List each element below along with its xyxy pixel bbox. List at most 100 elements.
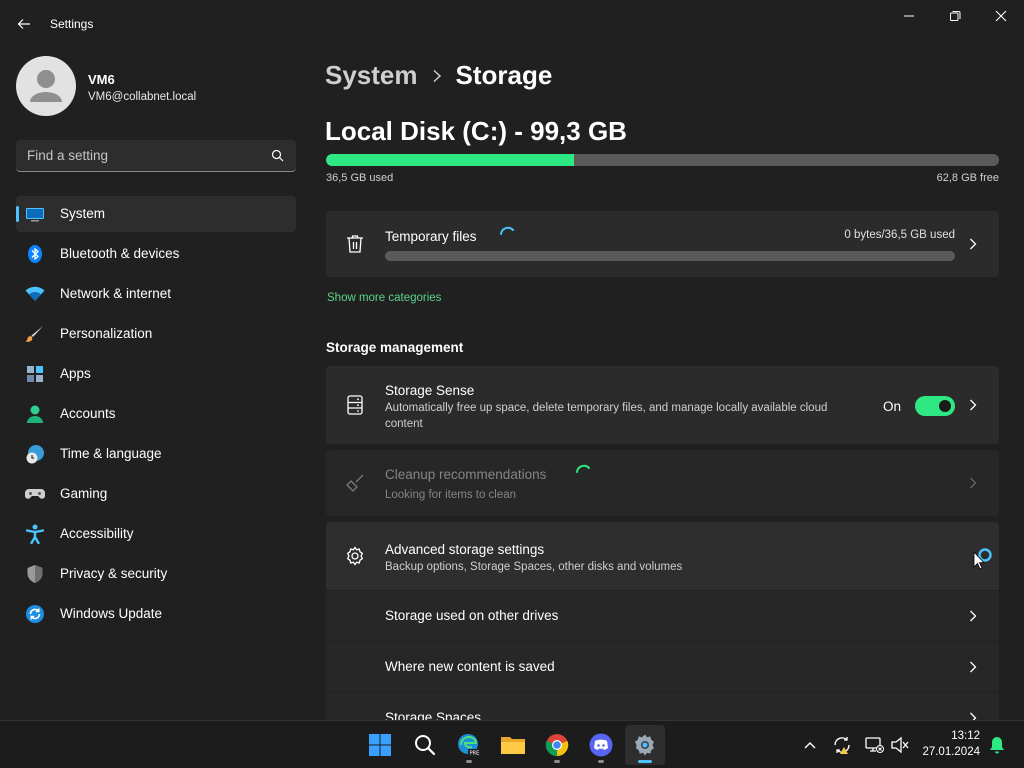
- show-hidden-icons-button[interactable]: [798, 733, 822, 757]
- temporary-files-bar: [385, 251, 955, 261]
- taskbar-search-button[interactable]: [405, 725, 445, 765]
- sidebar-item-label: Accessibility: [60, 526, 134, 541]
- sidebar-item-windows-update[interactable]: Windows Update: [16, 596, 296, 632]
- cleanup-recommendations-card[interactable]: Cleanup recommendations Looking for item…: [326, 450, 999, 516]
- settings-icon: [635, 734, 654, 756]
- restore-button[interactable]: [932, 4, 978, 28]
- file-explorer-icon: [501, 737, 525, 754]
- brush-icon: [25, 324, 45, 344]
- back-button[interactable]: [12, 12, 36, 36]
- taskbar-file-explorer-button[interactable]: [493, 725, 533, 765]
- storage-sense-card[interactable]: Storage Sense Automatically free up spac…: [326, 366, 999, 444]
- disk-used-label: 36,5 GB used: [326, 172, 394, 184]
- storage-spaces-row[interactable]: Storage Spaces: [326, 693, 999, 720]
- sidebar-item-apps[interactable]: Apps: [16, 356, 296, 392]
- sidebar-item-label: System: [60, 206, 106, 221]
- sidebar-item-bluetooth[interactable]: Bluetooth & devices: [16, 236, 296, 272]
- show-more-categories-link[interactable]: Show more categories: [327, 292, 441, 304]
- clock-time[interactable]: 13:12: [951, 730, 980, 742]
- taskbar-discord-button[interactable]: [581, 725, 621, 765]
- minimize-button[interactable]: [886, 4, 932, 28]
- breadcrumb: System Storage: [325, 60, 552, 91]
- gamepad-icon: [25, 484, 45, 504]
- advanced-storage-settings-description: Backup options, Storage Spaces, other di…: [385, 561, 683, 573]
- temporary-files-card[interactable]: Temporary files 0 bytes/36,5 GB used: [326, 211, 999, 277]
- sidebar-item-system[interactable]: System: [16, 196, 296, 232]
- storage-sense-description: Automatically free up space, delete temp…: [385, 402, 828, 430]
- sidebar-item-label: Bluetooth & devices: [60, 246, 180, 261]
- storage-sense-title: Storage Sense: [385, 383, 475, 398]
- main-content: System Storage Local Disk (C:) - 99,3 GB…: [312, 48, 1024, 720]
- sidebar-nav: System Bluetooth & devices Network & int…: [16, 196, 296, 636]
- sidebar-item-personalization[interactable]: Personalization: [16, 316, 296, 352]
- sidebar-item-time-language[interactable]: Time & language: [16, 436, 296, 472]
- running-indicator: [466, 760, 472, 763]
- volume-muted-icon: [891, 736, 909, 754]
- sidebar-item-label: Accounts: [60, 406, 116, 421]
- breadcrumb-parent[interactable]: System: [325, 60, 418, 91]
- user-email: VM6@collabnet.local: [88, 91, 197, 103]
- sync-tray-button[interactable]: [830, 733, 854, 757]
- sidebar-item-label: Windows Update: [60, 606, 163, 621]
- svg-text:PRE: PRE: [470, 751, 480, 757]
- broom-icon: [344, 472, 366, 494]
- sidebar-item-label: Apps: [60, 366, 91, 381]
- bell-icon: [990, 737, 1004, 754]
- expand-loading-icon: [973, 546, 993, 579]
- person-icon: [25, 404, 45, 424]
- cleanup-recommendations-title: Cleanup recommendations: [385, 467, 547, 482]
- start-button[interactable]: [360, 725, 400, 765]
- sidebar-item-accessibility[interactable]: Accessibility: [16, 516, 296, 552]
- chevron-right-icon: [965, 710, 981, 720]
- sync-warning-icon: [834, 737, 850, 754]
- network-tray-button[interactable]: [862, 733, 886, 757]
- disk-usage-fill: [326, 154, 574, 166]
- advanced-storage-settings-card[interactable]: Advanced storage settings Backup options…: [326, 522, 999, 590]
- storage-management-heading: Storage management: [326, 340, 464, 355]
- title-bar: Settings: [0, 0, 1024, 48]
- taskbar-edge-button[interactable]: PRE: [449, 725, 489, 765]
- storage-drive-icon: [344, 394, 366, 416]
- sidebar-item-label: Gaming: [60, 486, 108, 501]
- notifications-button[interactable]: [985, 733, 1009, 757]
- chevron-right-icon: [965, 475, 981, 491]
- temporary-files-title: Temporary files: [385, 229, 477, 244]
- breadcrumb-separator-icon: [432, 69, 442, 83]
- where-new-content-is-saved-row[interactable]: Where new content is saved: [326, 642, 999, 692]
- taskbar-chrome-button[interactable]: [537, 725, 577, 765]
- cleanup-recommendations-description: Looking for items to clean: [385, 489, 517, 501]
- sidebar-item-network[interactable]: Network & internet: [16, 276, 296, 312]
- sub-item-label: Storage Spaces: [385, 710, 482, 720]
- sub-item-label: Storage used on other drives: [385, 608, 559, 623]
- sidebar-item-gaming[interactable]: Gaming: [16, 476, 296, 512]
- back-arrow-icon: [17, 19, 30, 29]
- storage-sense-toggle[interactable]: [915, 396, 955, 416]
- search-input[interactable]: Find a setting: [16, 140, 296, 172]
- storage-used-on-other-drives-row[interactable]: Storage used on other drives: [326, 591, 999, 641]
- running-indicator: [598, 760, 604, 763]
- avatar[interactable]: [16, 56, 76, 116]
- chevron-right-icon: [965, 236, 981, 252]
- chevron-right-icon: [965, 397, 981, 413]
- sidebar-item-accounts[interactable]: Accounts: [16, 396, 296, 432]
- update-icon: [25, 604, 45, 624]
- volume-tray-button[interactable]: [888, 733, 912, 757]
- sidebar-item-privacy[interactable]: Privacy & security: [16, 556, 296, 592]
- storage-sense-state: On: [882, 399, 901, 414]
- taskbar-settings-button[interactable]: [625, 725, 665, 765]
- sidebar-item-label: Time & language: [60, 446, 162, 461]
- chevron-right-icon: [965, 659, 981, 675]
- clock-date[interactable]: 27.01.2024: [922, 746, 980, 758]
- sidebar-item-label: Network & internet: [60, 286, 172, 301]
- loading-spinner-icon: [498, 225, 518, 250]
- apps-icon: [25, 364, 45, 384]
- network-disconnected-icon: [865, 737, 884, 753]
- temporary-files-usage: 0 bytes/36,5 GB used: [844, 229, 955, 241]
- chevron-up-icon: [804, 742, 816, 749]
- disk-free-label: 62,8 GB free: [936, 172, 999, 184]
- taskbar: PRE 13:12 27.01.2024: [0, 720, 1024, 768]
- sidebar-item-label: Privacy & security: [60, 566, 168, 581]
- close-icon: [995, 10, 1007, 22]
- close-button[interactable]: [978, 4, 1024, 28]
- search-icon: [415, 735, 436, 756]
